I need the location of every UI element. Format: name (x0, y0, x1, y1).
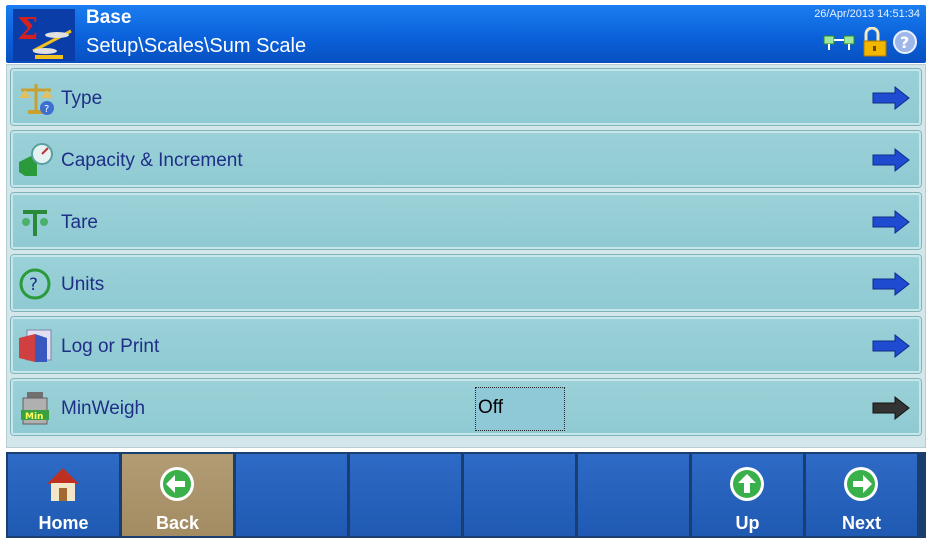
menu-item-label: Units (61, 274, 105, 295)
tare-icon (17, 204, 55, 240)
help-icon[interactable]: ? (892, 29, 918, 60)
log-print-icon (17, 328, 55, 364)
scale-balance-icon: ? (17, 80, 55, 116)
svg-text:?: ? (29, 275, 38, 295)
status-icons: ? (822, 26, 918, 62)
arrow-right-icon[interactable] (871, 147, 911, 173)
arrow-right-icon[interactable] (871, 271, 911, 297)
softkey-bar: Home Back Up Next (6, 452, 926, 538)
menu-item-label: MinWeigh (61, 398, 146, 419)
next-arrow-icon (841, 464, 881, 504)
up-arrow-icon (727, 464, 767, 504)
network-icon (822, 30, 858, 59)
softkey-empty-6[interactable] (578, 454, 689, 536)
menu-item-units[interactable]: ? Units (11, 255, 921, 311)
menu-item-label: Type (61, 88, 103, 109)
next-button[interactable]: Next (806, 454, 917, 536)
svg-text:?: ? (900, 33, 909, 52)
minweigh-value-field[interactable]: Off (475, 387, 565, 431)
svg-text:Σ: Σ (17, 12, 38, 47)
menu-item-minweigh[interactable]: Min MinWeigh Off (11, 379, 921, 435)
header-bar: Σ Base Setup\Scales\Sum Scale 26/Apr/201… (6, 5, 926, 63)
home-icon (43, 464, 83, 504)
menu-item-label: Log or Print (61, 336, 160, 357)
units-icon: ? (17, 266, 55, 302)
scale-logo-icon: Σ (13, 9, 75, 61)
arrow-right-icon[interactable] (871, 333, 911, 359)
arrow-right-icon[interactable] (871, 395, 911, 421)
menu-item-type[interactable]: ? Type (11, 69, 921, 125)
up-label: Up (735, 513, 760, 533)
svg-text:Min: Min (25, 412, 43, 422)
menu-item-capacity[interactable]: Capacity & Increment (11, 131, 921, 187)
next-label: Next (841, 513, 881, 533)
menu-list: ? Type Capacity & Increment Tare ? Units… (6, 64, 926, 448)
menu-item-tare[interactable]: Tare (11, 193, 921, 249)
back-label: Back (155, 513, 200, 533)
softkey-empty-5[interactable] (464, 454, 575, 536)
menu-item-log-print[interactable]: Log or Print (11, 317, 921, 373)
svg-text:?: ? (44, 104, 49, 115)
menu-item-label: Tare (61, 212, 98, 233)
minweigh-icon: Min (17, 390, 55, 426)
menu-item-label: Capacity & Increment (61, 150, 243, 171)
page-title: Base (86, 7, 132, 28)
capacity-icon (17, 142, 55, 178)
back-arrow-icon (157, 464, 197, 504)
softkey-empty-4[interactable] (350, 454, 461, 536)
date-time: 26/Apr/2013 14:51:34 (814, 8, 920, 20)
breadcrumb: Setup\Scales\Sum Scale (86, 35, 307, 57)
up-button[interactable]: Up (692, 454, 803, 536)
back-button[interactable]: Back (122, 454, 233, 536)
home-label: Home (38, 513, 89, 533)
softkey-empty-3[interactable] (236, 454, 347, 536)
arrow-right-icon[interactable] (871, 209, 911, 235)
arrow-right-icon[interactable] (871, 85, 911, 111)
lock-icon[interactable] (860, 26, 890, 62)
home-button[interactable]: Home (8, 454, 119, 536)
